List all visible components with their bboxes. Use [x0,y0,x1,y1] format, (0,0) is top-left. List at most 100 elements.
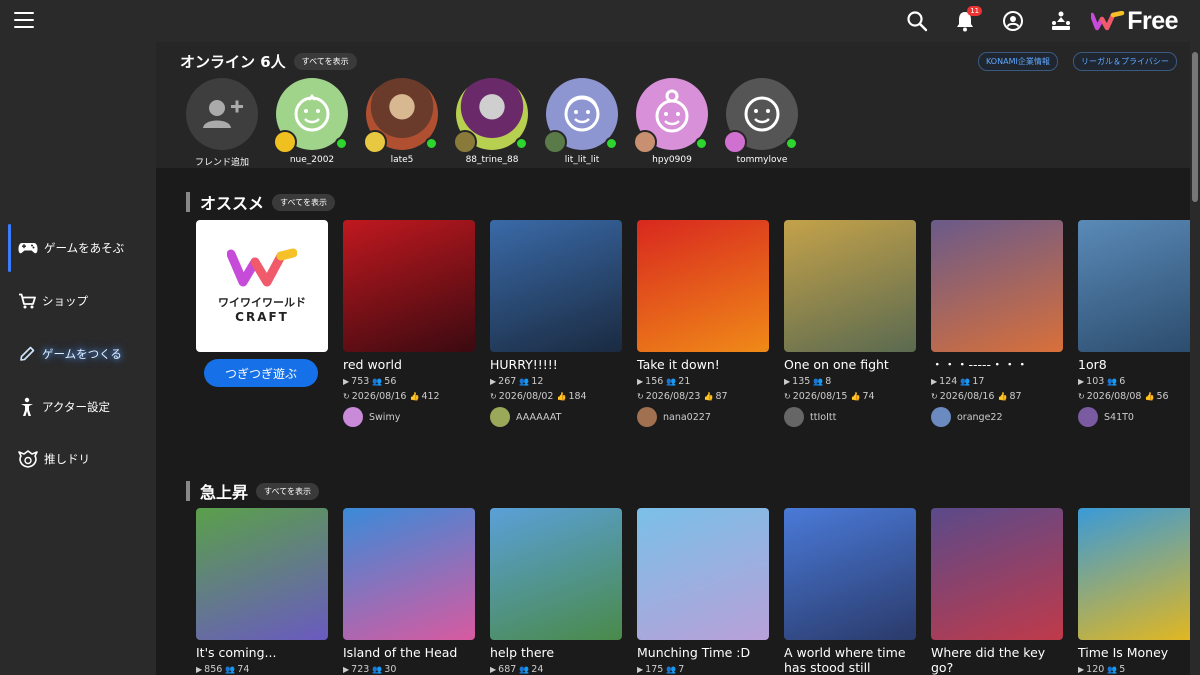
game-card[interactable]: Time Is Money ▶ 120 👥 5 [1078,508,1200,675]
update-icon: ↻ [490,392,497,401]
main-content: オンライン 6人 すべてを表示 KONAMI企業情報 リーガル＆プライバシー フ… [156,42,1200,675]
friend-item[interactable]: 88_trine_88 [452,78,532,165]
game-creator[interactable]: S41T0 [1078,407,1200,427]
creator-name: Swimy [369,411,401,423]
top-icons: 11 Free [893,0,1200,42]
creator-name: orange22 [957,411,1003,423]
game-meta: ↻ 2026/08/02 👍 184 [490,389,622,404]
online-title: オンライン 6人 [180,53,286,71]
game-creator[interactable]: nana0227 [637,407,769,427]
game-title: Island of the Head [343,645,458,660]
game-stats: ▶ 124 👥 17 [931,374,1063,389]
play-count: 267 [498,376,517,387]
game-creator[interactable]: ttIoItt [784,407,916,427]
update-icon: ↻ [1078,392,1085,401]
game-card[interactable]: Where did the key go? [931,508,1063,675]
game-card[interactable]: red world ▶ 753 👥 56 ↻ 2026/08/16 👍 412 Swimy [343,220,475,427]
konami-info-link[interactable]: KONAMI企業情報 [978,52,1058,71]
game-thumbnail [931,220,1063,352]
update-icon: ↻ [343,392,350,401]
mini-avatar [723,130,747,154]
game-creator[interactable]: AAAAAAT [490,407,622,427]
game-creator[interactable]: Swimy [343,407,475,427]
like-count: 87 [715,391,728,402]
featured-logo-line1: ワイワイワールド [218,296,306,309]
section-marker [186,481,190,501]
friend-add[interactable]: フレンド追加 [182,78,262,168]
like-icon: 👍 [409,392,420,401]
players-icon: 👥 [1107,665,1118,674]
game-stats: ▶ 267 👥 12 [490,374,622,389]
game-card[interactable]: HURRY!!!!! ▶ 267 👥 12 ↻ 2026/08/02 👍 184 AAAAAA… [490,220,622,427]
creator-name: AAAAAAT [516,411,562,423]
search-icon[interactable] [893,0,941,42]
player-count: 56 [384,376,397,387]
sidebar-item-shop[interactable]: ショップ [0,281,156,321]
game-thumbnail [784,220,916,352]
game-creator[interactable]: orange22 [931,407,1063,427]
game-card[interactable]: It's coming... ▶ 856 👥 74 [196,508,328,675]
game-thumbnail [637,220,769,352]
rising-show-all-button[interactable]: すべてを表示 [256,482,319,500]
online-show-all-button[interactable]: すべてを表示 [293,53,357,70]
friend-item[interactable]: hpy0909 [632,78,712,165]
friend-item[interactable]: lit_lit_lit [542,78,622,165]
friend-item[interactable]: tommylove [722,78,802,165]
online-status-dot [605,137,618,150]
sidebar-item-oshidori[interactable]: 推しドリ [0,439,156,479]
game-card[interactable]: 1or8 ▶ 103 👥 6 ↻ 2026/08/08 👍 56 S41T0 [1078,220,1200,427]
scrollbar-thumb[interactable] [1192,52,1198,202]
game-thumbnail [931,508,1063,640]
sidebar-item-play[interactable]: ゲームをあそぶ [0,224,156,272]
game-card[interactable]: Take it down! ▶ 156 👥 21 ↻ 2026/08/23 👍 87 nana… [637,220,769,427]
legal-privacy-link[interactable]: リーガル＆プライバシー [1073,52,1177,71]
online-friends-panel: オンライン 6人 すべてを表示 KONAMI企業情報 リーガル＆プライバシー フ… [156,42,1190,168]
waiwai-w-icon [227,248,297,287]
featured-logo-line2: CRAFT [235,310,289,324]
recommended-header: オススメ すべてを表示 [186,190,335,214]
friend-item[interactable]: late5 [362,78,442,165]
play-count-icon: ▶ [637,377,644,386]
creator-avatar [931,407,951,427]
game-title: One on one fight [784,357,889,372]
game-card[interactable]: Island of the Head ▶ 723 👥 30 [343,508,475,675]
player-count: 8 [825,376,832,387]
player-count: 12 [531,376,544,387]
mini-avatar [363,130,387,154]
featured-card[interactable]: ワイワイワールド CRAFT [196,220,328,352]
pencil-icon [20,346,35,361]
play-count: 723 [351,664,370,675]
like-count: 87 [1009,391,1022,402]
game-stats: ▶ 687 👥 24 [490,662,622,675]
ranking-icon[interactable] [1037,0,1085,42]
like-count: 412 [421,391,440,402]
play-count: 103 [1086,376,1105,387]
game-card[interactable]: A world where time has stood still [784,508,916,675]
recommended-title: オススメ [200,194,265,213]
sidebar-item-create[interactable]: ゲームをつくる [0,334,156,374]
update-date: 2026/08/15 [792,391,848,402]
mini-avatar [633,130,657,154]
recommended-show-all-button[interactable]: すべてを表示 [272,193,335,211]
scrollbar[interactable] [1190,42,1200,675]
sidebar-item-actor[interactable]: アクター設定 [0,387,156,427]
game-card[interactable]: ・・・-----・・・ ▶ 124 👥 17 ↻ 2026/08/16 👍 87 orange… [931,220,1063,427]
account-icon[interactable] [989,0,1037,42]
friend-item[interactable]: nue_2002 [272,78,352,165]
online-status-dot [695,137,708,150]
play-count: 753 [351,376,370,387]
actor-icon [21,397,33,416]
game-card[interactable]: One on one fight ▶ 135 👥 8 ↻ 2026/08/15 👍 74 tt… [784,220,916,427]
friend-name: hpy0909 [652,155,692,165]
brand-logo[interactable]: Free [1085,7,1200,36]
player-count: 5 [1119,664,1126,675]
hamburger-icon[interactable] [14,12,34,30]
bell-icon[interactable]: 11 [941,0,989,42]
creator-name: nana0227 [663,411,711,423]
update-date: 2026/08/08 [1086,391,1142,402]
game-title: 1or8 [1078,357,1107,372]
game-card[interactable]: help there ▶ 687 👥 24 [490,508,622,675]
play-next-button[interactable]: つぎつぎ遊ぶ [204,359,318,387]
game-card[interactable]: Munching Time :D ▶ 175 👥 7 [637,508,769,675]
friend-name: 88_trine_88 [465,155,519,165]
